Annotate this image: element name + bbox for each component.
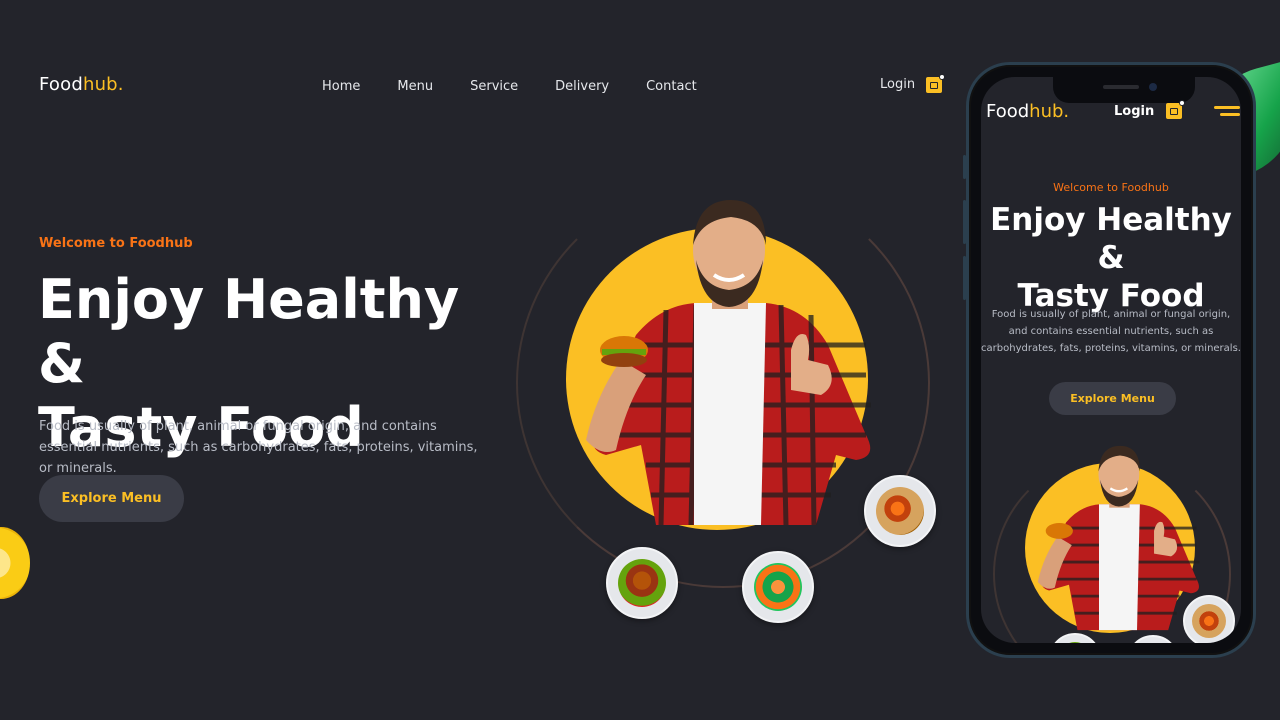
- mobile-hero-description: Food is usually of plant, animal or fung…: [981, 309, 1241, 354]
- explore-menu-button[interactable]: Explore Menu: [39, 475, 184, 522]
- brand-logo-part1: Food: [39, 74, 83, 95]
- login-link[interactable]: Login: [880, 77, 915, 92]
- main-nav: Home Menu Service Delivery Contact: [304, 76, 734, 96]
- mobile-person-illustration: [1037, 445, 1200, 631]
- nav-item-menu[interactable]: Menu: [397, 79, 451, 94]
- hamburger-line-1: [1214, 106, 1240, 109]
- phone-camera: [1149, 83, 1157, 91]
- bag-shape: [930, 82, 938, 89]
- hero-title-line1: Enjoy Healthy &: [38, 268, 460, 395]
- mobile-welcome-text: Welcome to Foodhub: [1053, 181, 1169, 194]
- mobile-hero-title: Enjoy Healthy & Tasty Food: [981, 201, 1241, 315]
- hero-description: Food is usually of plant, animal or fung…: [39, 419, 478, 476]
- lemon-slice-decoration: [0, 527, 30, 599]
- shopping-bag-icon[interactable]: [926, 74, 945, 93]
- person-illustration: [586, 200, 871, 526]
- brand-logo[interactable]: Foodhub.: [39, 74, 124, 95]
- mobile-title-line1: Enjoy Healthy &: [990, 202, 1232, 276]
- hero-welcome-text: Welcome to Foodhub: [39, 236, 193, 251]
- mobile-bag-shape: [1170, 108, 1178, 115]
- mobile-steak-dish-image: [1058, 642, 1092, 643]
- nav-item-contact[interactable]: Contact: [646, 79, 715, 94]
- phone-screen: Foodhub. Login Welcome to Foodhub Enjoy …: [981, 77, 1241, 643]
- hamburger-line-2: [1220, 113, 1240, 116]
- hero-person-image: [566, 195, 896, 530]
- hamburger-menu-icon[interactable]: [1214, 106, 1240, 118]
- mobile-person-image: [1025, 443, 1215, 633]
- food-plate-3[interactable]: [742, 551, 814, 623]
- mobile-explore-menu-button[interactable]: Explore Menu: [1049, 382, 1176, 415]
- mobile-brand-logo[interactable]: Foodhub.: [986, 101, 1069, 122]
- salad-dish-image: [754, 563, 802, 611]
- mobile-food-plate-1[interactable]: [1183, 595, 1235, 643]
- pasta-dish-image: [876, 487, 924, 535]
- mobile-cart-indicator-dot: [1179, 100, 1185, 106]
- phone-mockup: Foodhub. Login Welcome to Foodhub Enjoy …: [966, 62, 1256, 658]
- nav-item-service[interactable]: Service: [470, 79, 536, 94]
- brand-logo-part2: hub.: [82, 74, 124, 95]
- food-plate-2[interactable]: [606, 547, 678, 619]
- phone-speaker: [1103, 85, 1139, 89]
- cart-indicator-dot: [939, 74, 945, 80]
- mobile-pasta-dish-image: [1192, 604, 1226, 638]
- phone-notch: [1053, 77, 1195, 103]
- mobile-logo-part1: Food: [986, 101, 1030, 122]
- mobile-shopping-bag-icon[interactable]: [1166, 100, 1185, 119]
- steak-dish-image: [618, 559, 666, 607]
- mobile-logo-part2: hub.: [1029, 101, 1070, 122]
- nav-item-home[interactable]: Home: [322, 79, 378, 94]
- mobile-login-link[interactable]: Login: [1114, 104, 1154, 119]
- nav-item-delivery[interactable]: Delivery: [555, 79, 627, 94]
- food-plate-1[interactable]: [864, 475, 936, 547]
